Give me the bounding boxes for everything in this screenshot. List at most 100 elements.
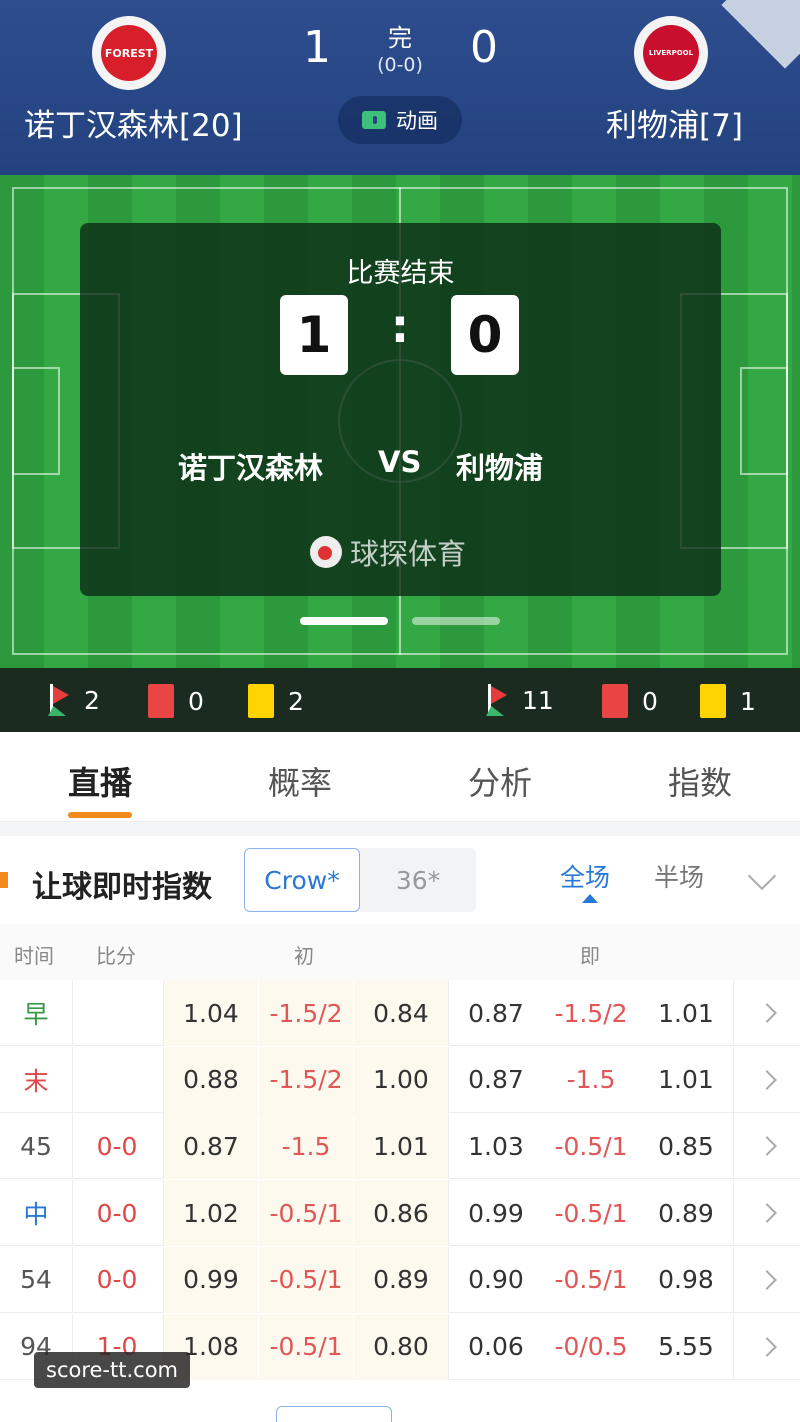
home-score: 1 [303,22,331,73]
chevron-right-icon [757,1269,777,1290]
row-score [72,980,162,1046]
table-row[interactable]: 早 1.04 -1.5/2 0.84 0.87 -1.5/2 1.01 [0,980,800,1046]
table-row[interactable]: 45 0-0 0.87 -1.5 1.01 1.03 -0.5/1 0.85 [0,1113,800,1180]
odds-cell-a1: 0.86 [354,1180,448,1247]
home-red-cards: 0 [148,684,204,718]
header-time: 时间 [14,944,54,968]
overlay-colon: : [390,299,410,353]
carousel-indicator-active[interactable] [300,617,388,625]
tab-live[interactable]: 直播 [0,758,200,804]
segment-half-match[interactable]: 半场 [654,858,704,894]
away-corners: 11 [486,684,554,716]
next-section-peek [276,1406,392,1422]
away-yellow-value: 1 [740,686,756,716]
overlay-home-team: 诺丁汉森林 [178,451,324,485]
odds-cell-a2: 1.01 [658,1065,714,1095]
odds-cell-l1: -1.5/2 [259,1046,353,1113]
away-team-logo[interactable]: LIVERPOOL [634,16,708,90]
row-time: 54 [20,1265,52,1295]
home-corners: 2 [48,684,100,716]
odds-cell-l1: -1.5 [259,1113,353,1180]
table-row[interactable]: 54 0-0 0.99 -0.5/1 0.89 0.90 -0.5/1 0.98 [0,1246,800,1313]
header-score: 比分 [96,944,136,968]
pitch-icon [362,111,386,129]
odds-cell-l2: -0.5/1 [554,1198,628,1228]
animation-label: 动画 [396,109,438,133]
odds-cell-h1: 0.87 [164,1113,258,1180]
odds-cell-l2: -0.5/1 [554,1265,628,1295]
row-detail-button[interactable] [734,1180,800,1246]
odds-cell-a2: 0.98 [658,1265,714,1295]
tab-odds[interactable]: 指数 [600,758,800,804]
row-time: 末 [23,1066,49,1096]
column-divider [448,1113,449,1180]
chevron-down-icon[interactable] [747,861,777,891]
odds-cell-l2: -0/0.5 [554,1332,628,1361]
odds-cell-a1: 0.84 [354,980,448,1046]
column-divider [163,1046,164,1113]
odds-section-header: 让球即时指数 Crow* 36* 全场 半场 [0,836,800,924]
odds-cell-h2: 0.06 [468,1332,524,1361]
section-title: 让球即时指数 [32,870,212,905]
odds-cell-l1: -1.5/2 [259,980,353,1046]
column-divider [163,1180,164,1247]
odds-cell-h1: 1.04 [164,980,258,1046]
away-red-value: 0 [642,686,658,716]
away-yellow-cards: 1 [700,684,756,718]
odds-cell-a2: 1.01 [658,998,714,1028]
odds-cell-a1: 0.80 [354,1313,448,1380]
favorite-corner-icon[interactable] [721,0,800,69]
column-divider [448,1180,449,1247]
animation-button[interactable]: 动画 [338,96,462,144]
overlay-vs: VS [378,445,422,479]
away-red-cards: 0 [602,684,658,718]
section-divider [0,822,800,836]
overlay-away-team: 利物浦 [456,451,544,485]
row-score [72,1047,162,1113]
table-row[interactable]: 中 0-0 1.02 -0.5/1 0.86 0.99 -0.5/1 0.89 [0,1180,800,1247]
carousel-indicator[interactable] [412,617,500,625]
odds-cell-a1: 1.00 [354,1046,448,1113]
home-team-logo[interactable]: FOREST [92,16,166,90]
chevron-right-icon [757,1336,777,1357]
home-team-name[interactable]: 诺丁汉森林[20] [24,100,243,145]
row-time: 早 [23,1000,49,1029]
segment-full-match[interactable]: 全场 [560,858,610,894]
column-divider [733,1313,734,1380]
odds-cell-l1: -0.5/1 [259,1313,353,1380]
row-score: 0-0 [96,1131,138,1161]
tab-probability[interactable]: 概率 [200,758,400,804]
tab-analysis[interactable]: 分析 [400,758,600,804]
column-divider [733,1046,734,1113]
row-detail-button[interactable] [734,980,800,1046]
row-time: 中 [23,1200,49,1230]
column-divider [733,1246,734,1313]
company-option[interactable]: 36* [360,848,476,912]
column-divider [163,980,164,1046]
away-goal-box [740,367,788,475]
row-detail-button[interactable] [734,1314,800,1380]
company-selector: Crow* 36* [244,848,476,912]
odds-cell-h2: 0.90 [468,1265,524,1295]
column-divider [163,1246,164,1313]
corner-flag-icon [48,684,70,716]
home-logo-text: FOREST [104,46,154,60]
column-divider [733,1113,734,1180]
table-row[interactable]: 末 0.88 -1.5/2 1.00 0.87 -1.5 1.01 [0,1046,800,1113]
match-status: 完 [388,24,412,52]
match-result-overlay: 比赛结束 1 : 0 诺丁汉森林 VS 利物浦 球探体育 [80,223,721,596]
odds-cell-l2: -1.5 [566,1065,616,1095]
away-team-name[interactable]: 利物浦[7] [606,100,743,145]
row-detail-button[interactable] [734,1113,800,1179]
yellow-card-icon [248,684,274,718]
company-option-selected[interactable]: Crow* [244,848,360,912]
column-divider [72,1046,73,1113]
row-detail-button[interactable] [734,1247,800,1313]
row-detail-button[interactable] [734,1047,800,1113]
match-header: FOREST LIVERPOOL 1 完 (0-0) 0 诺丁汉森林[20] 利… [0,0,800,175]
column-divider [72,1180,73,1247]
away-logo-text: LIVERPOOL [648,49,694,57]
odds-cell-h2: 0.87 [468,998,524,1028]
liverpool-logo-icon: LIVERPOOL [643,25,699,81]
away-score: 0 [470,22,498,73]
